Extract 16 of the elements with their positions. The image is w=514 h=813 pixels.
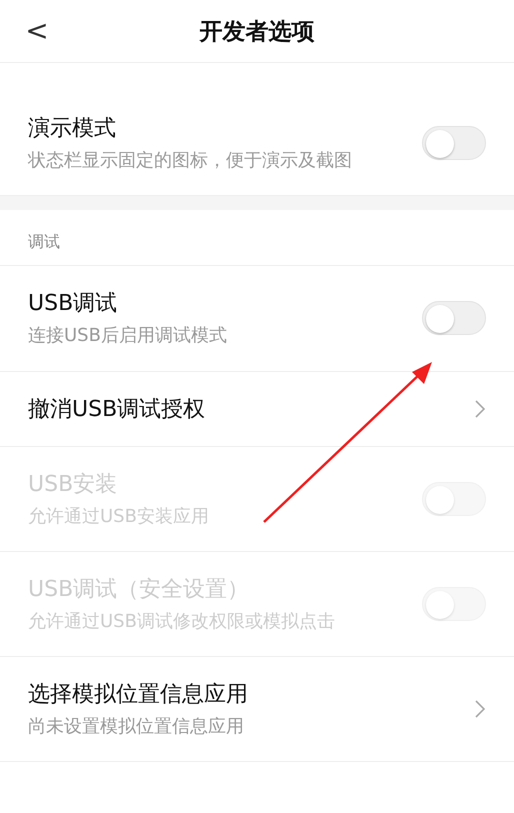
toggle-switch[interactable] — [422, 126, 486, 160]
row-subtitle: 连接USB后启用调试模式 — [28, 324, 228, 348]
row-title: 选择模拟位置信息应用 — [28, 681, 249, 710]
chevron-icon — [474, 398, 486, 419]
chevron-icon — [474, 699, 486, 720]
back-button[interactable]: < — [22, 14, 52, 48]
row-title: 演示模式 — [28, 115, 117, 143]
page-title: 开发者选项 — [200, 18, 314, 46]
settings-row[interactable]: 选择模拟位置信息应用 尚未设置模拟位置信息应用 — [0, 657, 514, 762]
settings-row[interactable]: USB调试 连接USB后启用调试模式 — [0, 266, 514, 372]
row-subtitle: 尚未设置模拟位置信息应用 — [28, 715, 245, 740]
row-title: USB调试 — [28, 290, 118, 318]
toggle-switch[interactable] — [422, 301, 486, 336]
row-title: 撤消USB调试授权 — [28, 396, 206, 424]
section-header: 调试 — [0, 210, 514, 266]
row-subtitle: 状态栏显示固定的图标，便于演示及截图 — [28, 149, 353, 173]
